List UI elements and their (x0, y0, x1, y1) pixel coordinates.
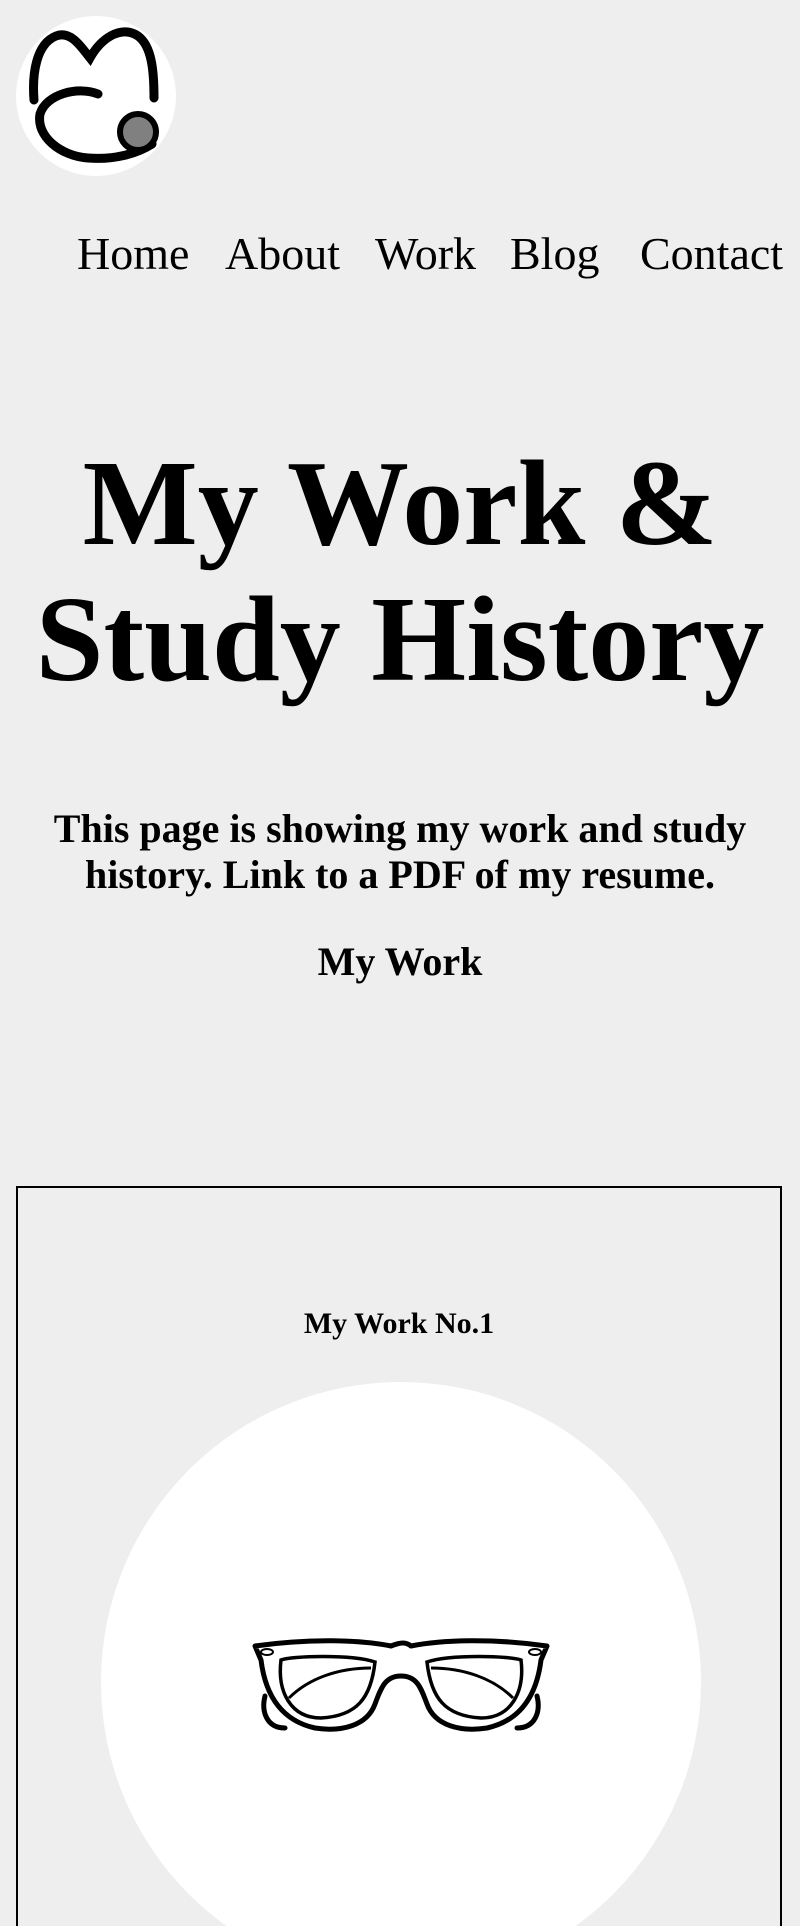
page-title: My Work & Study History (0, 436, 800, 708)
intro-paragraph: This page is showing my work and study h… (40, 806, 760, 898)
logo-mark-icon (29, 27, 159, 163)
glasses-icon (252, 1638, 550, 1732)
nav-home-link[interactable]: Home (77, 226, 189, 282)
work-card: My Work No.1 (16, 1186, 782, 1926)
nav-about-link[interactable]: About (225, 226, 340, 282)
page: Home About Work Blog Contact My Work & S… (0, 0, 800, 1926)
work-card-image[interactable] (101, 1382, 701, 1926)
section-heading: My Work (317, 939, 483, 984)
site-logo[interactable] (16, 16, 176, 176)
nav-blog-link[interactable]: Blog (510, 226, 599, 282)
main-nav: Home About Work Blog Contact (0, 226, 800, 282)
resume-pdf-link[interactable]: Link to a PDF of my resume. (223, 852, 715, 897)
page-title-line-1: My Work & (82, 436, 718, 571)
page-title-line-2: Study History (35, 572, 765, 707)
work-card-title: My Work No.1 (303, 1307, 495, 1340)
nav-work-link[interactable]: Work (375, 226, 476, 282)
nav-contact-link[interactable]: Contact (640, 226, 783, 282)
